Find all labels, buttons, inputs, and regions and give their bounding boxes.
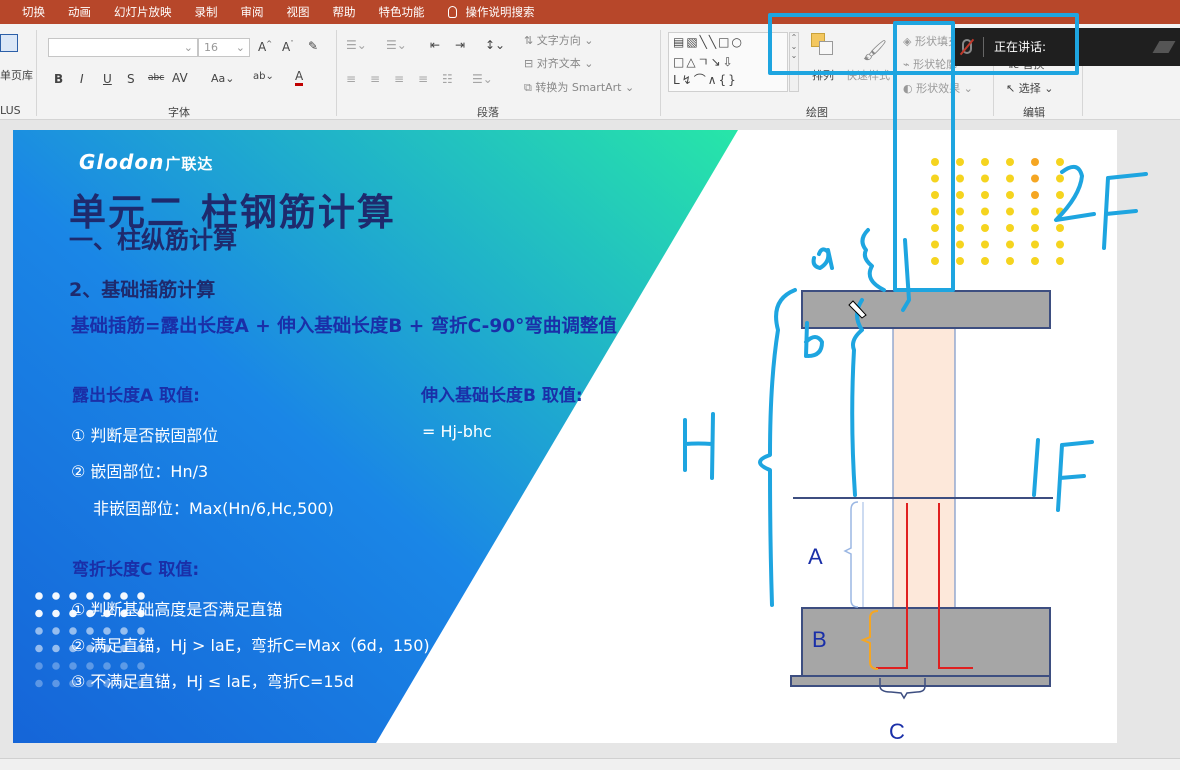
ribbon-separator [36, 30, 37, 116]
highlight-icon[interactable]: ab⌄ [253, 71, 274, 82]
ribbon-separator [660, 30, 661, 116]
shapes-gallery[interactable]: ▤▧╲╲□○ □△ㄱ↘⇩ ᒪ↯⌒∧{} [668, 32, 788, 92]
font-group-label: 字体 [168, 106, 190, 119]
arrange-icon-back [819, 41, 833, 55]
shape-fill-button[interactable]: ◈ 形状填充 [903, 33, 959, 49]
font-name-combo[interactable]: ⌄ [48, 38, 198, 57]
increase-indent-icon[interactable]: ⇥ [455, 38, 465, 52]
ribbon-separator [336, 30, 337, 116]
tab-help[interactable]: 帮助 [333, 4, 356, 20]
slide-canvas-area: Glodon广联达 一、柱纵筋计算 单元二 柱钢筋计算 2、基础插筋计算 基础插… [0, 120, 1180, 758]
align-text-button[interactable]: ⊟ 对齐文本 ⌄ [524, 55, 593, 71]
font-size-value: 16 [204, 41, 218, 54]
align-right-icon[interactable]: ≡ [394, 72, 404, 86]
status-bar [0, 758, 1180, 770]
justify-icon[interactable]: ≡ [418, 72, 428, 86]
align-center-icon[interactable]: ≡ [370, 72, 380, 86]
speaking-label: 正在讲话: [994, 40, 1047, 54]
tab-review[interactable]: 审阅 [241, 4, 264, 20]
decrease-indent-icon[interactable]: ⇤ [430, 38, 440, 52]
underline-icon[interactable]: U [103, 72, 112, 86]
strikethrough-icon[interactable]: abc [148, 73, 164, 83]
editing-group-label: 编辑 [1023, 106, 1045, 119]
presenter-divider [983, 37, 984, 57]
shape-outline-button[interactable]: ⌁ 形状轮廓 [903, 56, 957, 72]
convert-smartart-button[interactable]: ⧉ 转换为 SmartArt ⌄ [524, 79, 634, 95]
drawing-group-label: 绘图 [806, 106, 828, 119]
bold-icon[interactable]: B [54, 72, 63, 86]
slide-library-label[interactable]: 单页库 [0, 67, 33, 83]
align-left-icon[interactable]: ≡ [346, 72, 356, 86]
lightbulb-icon [447, 6, 457, 18]
tell-me-label: 操作说明搜索 [465, 5, 535, 19]
distribute-icon[interactable]: ☷ [442, 72, 453, 86]
tab-slideshow[interactable]: 幻灯片放映 [114, 4, 172, 20]
tab-transitions[interactable]: 切换 [22, 4, 45, 20]
plus-group-label: LUS [0, 104, 21, 117]
line-spacing-icon[interactable]: ↕⌄ [485, 38, 505, 52]
shapes-row-3: ᒪ↯⌒∧{} [673, 73, 738, 87]
shapes-row-1: ▤▧╲╲□○ [673, 35, 744, 49]
tab-special-features[interactable]: 特色功能 [379, 4, 425, 20]
clear-formatting-icon[interactable]: ✎ [308, 39, 318, 53]
ribbon-tab-bar: 切换 动画 幻灯片放映 录制 审阅 视图 帮助 特色功能 操作说明搜索 [0, 0, 1180, 24]
columns-icon[interactable]: ☰⌄ [472, 72, 493, 86]
tab-view[interactable]: 视图 [287, 4, 310, 20]
arrange-button[interactable]: 排列 [812, 67, 834, 83]
tab-animations[interactable]: 动画 [68, 4, 91, 20]
grow-font-icon[interactable]: A^ [258, 40, 272, 54]
label-b: B [812, 627, 827, 652]
shapes-row-2: □△ㄱ↘⇩ [673, 55, 735, 69]
label-c: C [889, 719, 905, 743]
foundation-block [801, 607, 1051, 677]
select-button[interactable]: ↖ 选择 ⌄ [1006, 80, 1053, 96]
rebar-diagram: A B C [790, 290, 1053, 743]
shadow-icon[interactable]: S [127, 72, 135, 86]
quick-styles-button[interactable]: 快速样式 [846, 67, 890, 83]
foundation-base [790, 675, 1051, 687]
presenter-talking-indicator: 正在讲话: [955, 28, 1180, 66]
shape-effects-button[interactable]: ◐ 形状效果 ⌄ [903, 80, 973, 96]
font-size-combo[interactable]: 16 ⌄ [198, 38, 250, 57]
italic-icon[interactable]: I [80, 72, 84, 86]
slide-library-icon[interactable] [0, 34, 18, 52]
slab-2f [801, 290, 1051, 329]
font-color-icon[interactable]: A [295, 70, 304, 86]
shrink-font-icon[interactable]: Aˇ [282, 40, 294, 54]
character-spacing-icon[interactable]: AV [172, 71, 188, 85]
numbering-icon[interactable]: ☰⌄ [386, 38, 407, 52]
text-direction-button[interactable]: ⇅ 文字方向 ⌄ [524, 32, 593, 48]
change-case-icon[interactable]: Aa⌄ [211, 72, 234, 85]
column-body [893, 328, 955, 618]
label-a: A [808, 544, 823, 569]
eraser-icon[interactable] [1152, 41, 1176, 53]
paragraph-group-label: 段落 [477, 106, 499, 119]
slide[interactable]: Glodon广联达 一、柱纵筋计算 单元二 柱钢筋计算 2、基础插筋计算 基础插… [13, 130, 1117, 743]
shapes-gallery-scroll[interactable]: ⌃ ⌄ ⌄ [789, 32, 799, 92]
quick-styles-icon[interactable]: 🖌 [862, 38, 887, 62]
tab-record[interactable]: 录制 [195, 4, 218, 20]
bullets-icon[interactable]: ☰⌄ [346, 38, 367, 52]
powerpoint-window: 切换 动画 幻灯片放映 录制 审阅 视图 帮助 特色功能 操作说明搜索 单页库 … [0, 0, 1180, 770]
a-bracket [843, 501, 859, 608]
tell-me-search[interactable]: 操作说明搜索 [447, 4, 535, 20]
